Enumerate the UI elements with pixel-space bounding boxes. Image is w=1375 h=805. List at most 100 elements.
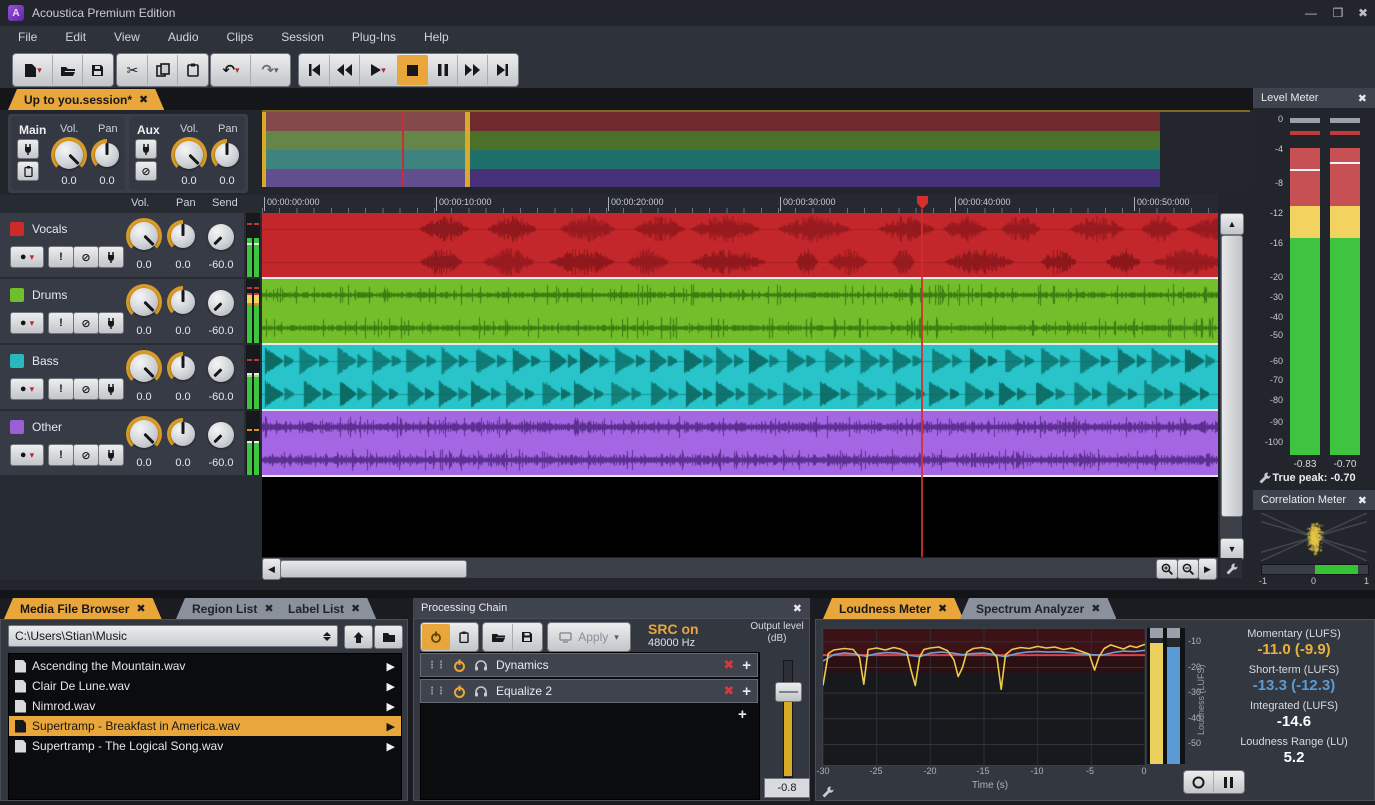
aux-bypass-button[interactable]: ⊘ bbox=[135, 161, 157, 181]
session-overview[interactable] bbox=[262, 110, 1250, 187]
tab-close-icon[interactable]: ✖ bbox=[136, 602, 145, 615]
track-vol-knob[interactable] bbox=[126, 350, 162, 386]
waveform-settings-button[interactable] bbox=[1220, 558, 1242, 578]
processing-chain-close-icon[interactable]: ✖ bbox=[793, 602, 802, 615]
mute-button[interactable]: ⊘ bbox=[73, 246, 99, 268]
tab-label-list[interactable]: Label List ✖ bbox=[272, 598, 376, 619]
scroll-up-button[interactable]: ▲ bbox=[1220, 213, 1244, 235]
track-vol-knob[interactable] bbox=[126, 284, 162, 320]
tab-media-file-browser[interactable]: Media File Browser ✖ bbox=[4, 598, 162, 619]
chain-add-icon[interactable]: + bbox=[742, 683, 751, 700]
mute-button[interactable]: ⊘ bbox=[73, 378, 99, 400]
minimize-button[interactable]: — bbox=[1300, 5, 1322, 21]
chain-save-button[interactable] bbox=[513, 624, 541, 650]
main-plug-button[interactable] bbox=[17, 139, 39, 159]
path-combobox[interactable]: C:\Users\Stian\Music bbox=[8, 625, 338, 647]
scroll-left-button[interactable]: ◀ bbox=[262, 558, 281, 580]
menu-file[interactable]: File bbox=[4, 26, 51, 48]
effects-plug-button[interactable] bbox=[98, 444, 124, 466]
zoom-out-button[interactable] bbox=[1177, 559, 1199, 579]
chain-item-equalize[interactable]: ⋮⋮ Equalize 2 ✖ + bbox=[420, 679, 758, 703]
aux-vol-knob[interactable] bbox=[171, 137, 207, 173]
file-play-button[interactable]: ▶ bbox=[387, 740, 395, 753]
effects-plug-button[interactable] bbox=[98, 246, 124, 268]
save-button[interactable] bbox=[83, 55, 112, 85]
file-row-selected[interactable]: Supertramp - Breakfast in America.wav ▶ bbox=[9, 716, 401, 736]
file-play-button[interactable]: ▶ bbox=[387, 660, 395, 673]
loudness-pause-button[interactable] bbox=[1214, 771, 1243, 793]
file-play-button[interactable]: ▶ bbox=[387, 680, 395, 693]
main-paste-button[interactable] bbox=[17, 161, 39, 181]
play-button[interactable]: ▾ bbox=[360, 55, 398, 85]
mute-button[interactable]: ⊘ bbox=[73, 444, 99, 466]
skip-end-button[interactable] bbox=[488, 55, 517, 85]
horizontal-scrollbar-thumb[interactable] bbox=[280, 560, 467, 578]
track-pan-knob[interactable] bbox=[167, 220, 199, 252]
track-send-knob[interactable] bbox=[207, 421, 235, 449]
level-meter-close-icon[interactable]: ✖ bbox=[1358, 92, 1367, 105]
menu-edit[interactable]: Edit bbox=[51, 26, 100, 48]
track-row-drums[interactable]: Drums●▾!⊘0.00.0-60.0 bbox=[0, 279, 244, 343]
chain-add-new-icon[interactable]: + bbox=[738, 706, 747, 723]
session-tab-close-icon[interactable]: ✖ bbox=[139, 93, 148, 106]
rewind-button[interactable] bbox=[330, 55, 360, 85]
correlation-meter-close-icon[interactable]: ✖ bbox=[1358, 494, 1367, 507]
effects-plug-button[interactable] bbox=[98, 378, 124, 400]
file-row[interactable]: Nimrod.wav ▶ bbox=[9, 696, 401, 716]
scroll-right-button[interactable]: ▶ bbox=[1198, 558, 1217, 580]
track-vol-knob[interactable] bbox=[126, 416, 162, 452]
fast-forward-button[interactable] bbox=[458, 55, 488, 85]
scroll-down-button[interactable]: ▼ bbox=[1220, 538, 1244, 560]
combo-spinner-icon[interactable] bbox=[323, 632, 331, 641]
maximize-button[interactable]: ❒ bbox=[1327, 5, 1349, 21]
close-button[interactable]: ✖ bbox=[1352, 5, 1374, 21]
menu-help[interactable]: Help bbox=[410, 26, 463, 48]
track-send-knob[interactable] bbox=[207, 289, 235, 317]
record-arm-button[interactable]: ●▾ bbox=[10, 444, 44, 466]
redo-caret-icon[interactable]: ▾ bbox=[274, 66, 279, 75]
overview-viewport[interactable] bbox=[262, 112, 470, 187]
timeline-ruler[interactable]: 00:00:00:000 00:00:10:000 00:00:20:000 0… bbox=[262, 195, 1218, 213]
solo-button[interactable]: ! bbox=[48, 312, 74, 334]
file-row[interactable]: Supertramp - The Logical Song.wav ▶ bbox=[9, 736, 401, 756]
record-arm-button[interactable]: ●▾ bbox=[10, 246, 44, 268]
aux-plug-button[interactable] bbox=[135, 139, 157, 159]
menu-session[interactable]: Session bbox=[267, 26, 338, 48]
track-send-knob[interactable] bbox=[207, 223, 235, 251]
effects-plug-button[interactable] bbox=[98, 312, 124, 334]
menu-clips[interactable]: Clips bbox=[213, 26, 268, 48]
clip-other[interactable] bbox=[262, 411, 1218, 477]
track-row-bass[interactable]: Bass●▾!⊘0.00.0-60.0 bbox=[0, 345, 244, 409]
chain-power-button[interactable] bbox=[422, 624, 450, 650]
new-file-caret-icon[interactable]: ▾ bbox=[37, 66, 42, 75]
play-caret-icon[interactable]: ▾ bbox=[381, 66, 386, 75]
session-tab[interactable]: Up to you.session* ✖ bbox=[8, 89, 164, 110]
vertical-scrollbar-thumb[interactable] bbox=[1221, 235, 1243, 517]
tab-close-icon[interactable]: ✖ bbox=[1091, 602, 1100, 615]
solo-button[interactable]: ! bbox=[48, 444, 74, 466]
browse-folder-button[interactable] bbox=[374, 625, 403, 649]
main-vol-knob[interactable] bbox=[51, 137, 87, 173]
tab-close-icon[interactable]: ✖ bbox=[938, 602, 947, 615]
track-pan-knob[interactable] bbox=[167, 352, 199, 384]
record-arm-button[interactable]: ●▾ bbox=[10, 312, 44, 334]
track-pan-knob[interactable] bbox=[167, 286, 199, 318]
tab-loudness-meter[interactable]: Loudness Meter ✖ bbox=[823, 598, 963, 619]
chain-open-button[interactable] bbox=[484, 624, 513, 650]
track-row-vocals[interactable]: Vocals●▾!⊘0.00.0-60.0 bbox=[0, 213, 244, 277]
chain-add-icon[interactable]: + bbox=[742, 657, 751, 674]
file-row[interactable]: Ascending the Mountain.wav ▶ bbox=[9, 656, 401, 676]
track-pan-knob[interactable] bbox=[167, 418, 199, 450]
chain-remove-icon[interactable]: ✖ bbox=[723, 657, 734, 673]
output-fader-handle[interactable] bbox=[775, 682, 802, 702]
menu-plugins[interactable]: Plug-Ins bbox=[338, 26, 410, 48]
main-pan-knob[interactable] bbox=[91, 139, 123, 171]
copy-button[interactable] bbox=[148, 55, 178, 85]
track-row-other[interactable]: Other●▾!⊘0.00.0-60.0 bbox=[0, 411, 244, 475]
drag-handle-icon[interactable]: ⋮⋮ bbox=[427, 660, 445, 671]
track-send-knob[interactable] bbox=[207, 355, 235, 383]
menu-audio[interactable]: Audio bbox=[154, 26, 213, 48]
tab-spectrum-analyzer[interactable]: Spectrum Analyzer ✖ bbox=[960, 598, 1116, 619]
drag-handle-icon[interactable]: ⋮⋮ bbox=[427, 686, 445, 697]
tab-close-icon[interactable]: ✖ bbox=[264, 602, 273, 615]
